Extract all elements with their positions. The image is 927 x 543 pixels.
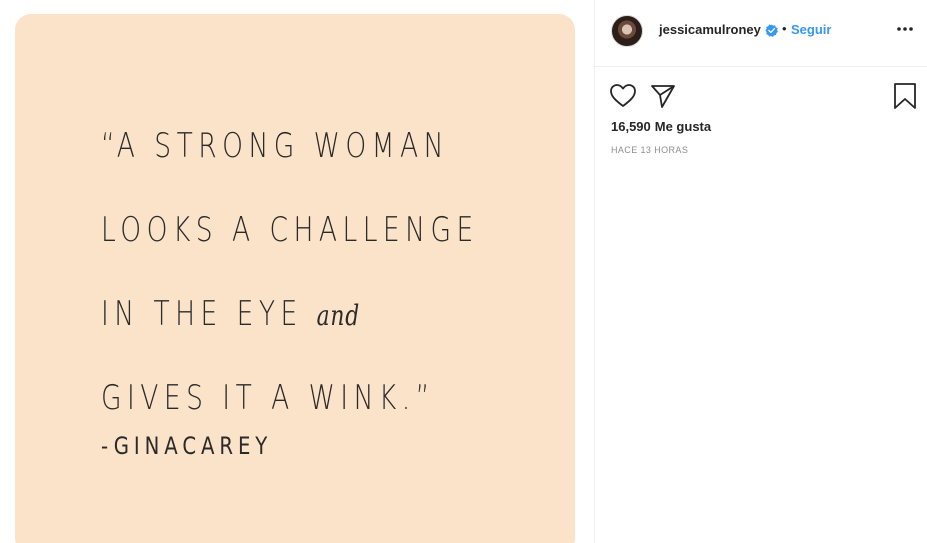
quote-line-4: GIVES IT A WINK.” <box>101 378 435 418</box>
quote-line-2: LOOKS A CHALLENGE <box>101 210 479 250</box>
likes-number: 16,590 <box>611 119 651 134</box>
follow-button[interactable]: Seguir <box>791 22 831 37</box>
instagram-post-view: “A STRONG WOMAN LOOKS A CHALLENGE IN THE… <box>0 0 927 543</box>
post-timestamp[interactable]: HACE 13 HORAS <box>611 145 688 155</box>
quote-line-3-text: IN THE EYE <box>101 294 303 334</box>
verified-badge-icon <box>765 24 778 37</box>
more-options-icon[interactable] <box>895 17 915 41</box>
quote-author: -GINACAREY <box>101 432 273 460</box>
header-separator: • <box>782 21 787 36</box>
username-link[interactable]: jessicamulroney <box>659 22 761 37</box>
post-side-panel: jessicamulroney • Seguir 16,590 Me gusta… <box>594 0 927 543</box>
likes-label: Me gusta <box>654 119 712 134</box>
heart-icon[interactable] <box>609 82 637 110</box>
quote-line-3: IN THE EYE and <box>101 272 429 356</box>
bookmark-icon[interactable] <box>891 82 919 110</box>
send-icon[interactable] <box>649 82 677 110</box>
post-header: jessicamulroney • Seguir <box>595 0 927 67</box>
quote-text: “A STRONG WOMAN LOOKS A CHALLENGE IN THE… <box>101 104 479 440</box>
likes-count[interactable]: 16,590 Me gusta <box>611 119 711 134</box>
quote-and: and <box>316 299 361 332</box>
post-image[interactable]: “A STRONG WOMAN LOOKS A CHALLENGE IN THE… <box>15 14 575 543</box>
avatar[interactable] <box>611 15 643 47</box>
quote-line-1: “A STRONG WOMAN <box>101 126 449 166</box>
action-bar <box>595 82 927 112</box>
